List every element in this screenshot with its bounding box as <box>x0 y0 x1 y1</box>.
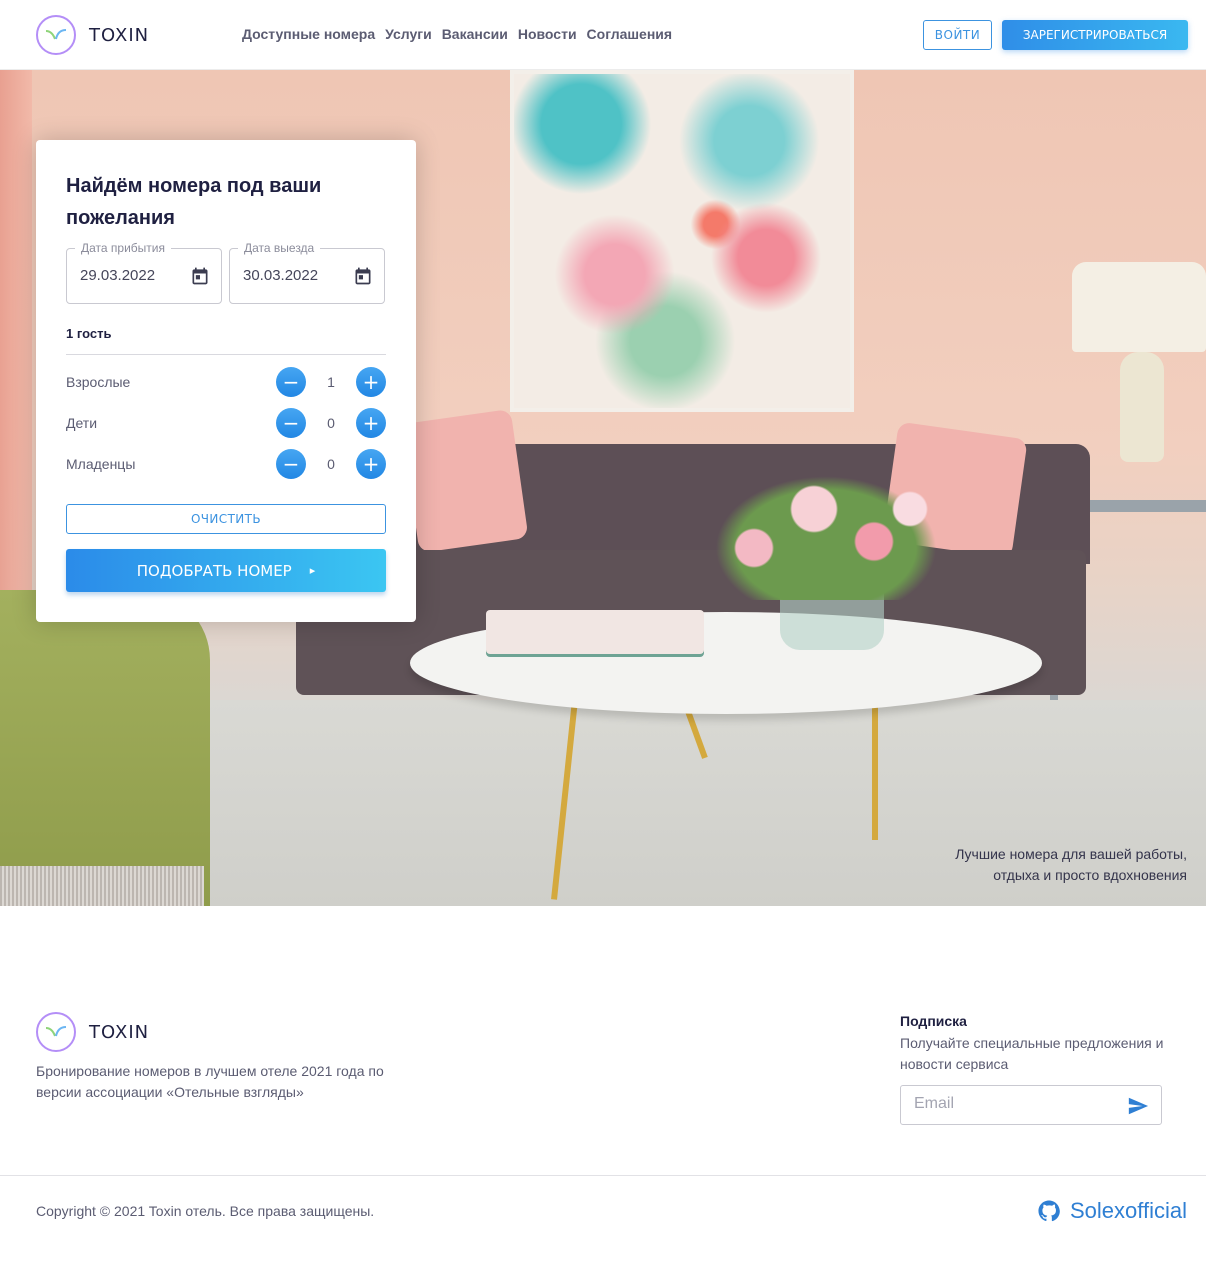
nav-link-agreements[interactable]: Соглашения <box>587 26 673 42</box>
calendar-icon[interactable] <box>353 266 373 286</box>
guest-label: Дети <box>66 415 98 431</box>
nav-link-services[interactable]: Услуги <box>385 26 432 42</box>
header-logo[interactable]: TOXIN <box>36 15 149 55</box>
guest-count: 1 <box>327 374 335 390</box>
guest-row-children: Дети − 0 + <box>66 408 386 438</box>
increment-button[interactable]: + <box>356 449 386 479</box>
minus-icon: − <box>282 452 300 476</box>
guest-label: Взрослые <box>66 374 131 390</box>
departure-date-label: Дата выезда <box>238 241 321 255</box>
decrement-button[interactable]: − <box>276 449 306 479</box>
footer-logo[interactable]: TOXIN <box>36 1012 149 1052</box>
login-button[interactable]: ВОЙТИ <box>923 20 992 50</box>
site-header: TOXIN Доступные номера Услуги Вакансии Н… <box>0 0 1206 70</box>
plus-icon: + <box>362 370 380 394</box>
guests-summary[interactable]: 1 гость <box>66 326 111 341</box>
minus-icon: − <box>282 370 300 394</box>
increment-button[interactable]: + <box>356 408 386 438</box>
calendar-icon[interactable] <box>190 266 210 286</box>
clear-button[interactable]: ОЧИСТИТЬ <box>66 504 386 534</box>
departure-date-value: 30.03.2022 <box>243 267 319 284</box>
arrival-date-label: Дата прибытия <box>75 241 171 255</box>
minus-icon: − <box>282 411 300 435</box>
guest-row-infants: Младенцы − 0 + <box>66 449 386 479</box>
send-icon[interactable] <box>1127 1095 1149 1117</box>
footer-description: Бронирование номеров в лучшем отеле 2021… <box>36 1063 384 1100</box>
hero-caption-line: Лучшие номера для вашей работы, <box>955 846 1187 862</box>
nav-link-vacancies[interactable]: Вакансии <box>442 26 508 42</box>
logo-text: TOXIN <box>89 1021 150 1043</box>
hero-armchair-fringe <box>0 866 204 906</box>
subscribe-title: Подписка <box>900 1013 967 1029</box>
copyright-text: Copyright © 2021 Toxin отель. Все права … <box>36 1203 375 1219</box>
logo-text: TOXIN <box>89 24 150 46</box>
hero-caption-line: отдыха и просто вдохновения <box>993 867 1187 883</box>
logo-icon <box>36 15 76 55</box>
hero-books <box>486 610 704 654</box>
github-link[interactable]: Solexofficial <box>1038 1198 1187 1224</box>
hero-caption: Лучшие номера для вашей работы, отдыха и… <box>955 844 1187 886</box>
github-label: Solexofficial <box>1070 1198 1187 1223</box>
hero-flowers <box>706 470 946 600</box>
hero-lamp <box>1072 262 1206 352</box>
hero-curtain <box>0 70 32 670</box>
decrement-button[interactable]: − <box>276 408 306 438</box>
increment-button[interactable]: + <box>356 367 386 397</box>
arrival-date-field[interactable]: Дата прибытия 29.03.2022 <box>66 241 222 304</box>
subscribe-text: Получайте специальные предложения и ново… <box>900 1035 1164 1072</box>
guest-label: Младенцы <box>66 456 136 472</box>
plus-icon: + <box>362 411 380 435</box>
hero-table-leg <box>872 690 878 840</box>
hero-lamp-base <box>1120 352 1164 462</box>
nav-link-news[interactable]: Новости <box>518 26 577 42</box>
room-search-card: Найдём номера под ваши пожелания Дата пр… <box>36 140 416 622</box>
footer-divider <box>0 1175 1206 1176</box>
main-nav: Доступные номера Услуги Вакансии Новости… <box>242 26 672 42</box>
nav-link-rooms[interactable]: Доступные номера <box>242 26 375 42</box>
email-input[interactable] <box>914 1095 1114 1113</box>
hero-pillow-left <box>401 408 529 554</box>
plus-icon: + <box>362 452 380 476</box>
departure-date-field[interactable]: Дата выезда 30.03.2022 <box>229 241 385 304</box>
find-room-button[interactable]: ПОДОБРАТЬ НОМЕР ▸ <box>66 549 386 592</box>
subscribe-form <box>900 1085 1162 1125</box>
guest-row-adults: Взрослые − 1 + <box>66 367 386 397</box>
find-room-label: ПОДОБРАТЬ НОМЕР <box>136 561 292 580</box>
search-card-title: Найдём номера под ваши пожелания <box>66 175 322 229</box>
hero-painting <box>510 70 854 412</box>
register-button[interactable]: ЗАРЕГИСТРИРОВАТЬСЯ <box>1002 20 1188 50</box>
logo-icon <box>36 1012 76 1052</box>
hero-armchair <box>0 590 210 906</box>
guests-divider <box>66 354 386 355</box>
guest-count: 0 <box>327 456 335 472</box>
arrival-date-value: 29.03.2022 <box>80 267 156 284</box>
decrement-button[interactable]: − <box>276 367 306 397</box>
arrow-right-icon: ▸ <box>309 564 316 577</box>
guest-count: 0 <box>327 415 335 431</box>
github-icon <box>1038 1200 1060 1222</box>
